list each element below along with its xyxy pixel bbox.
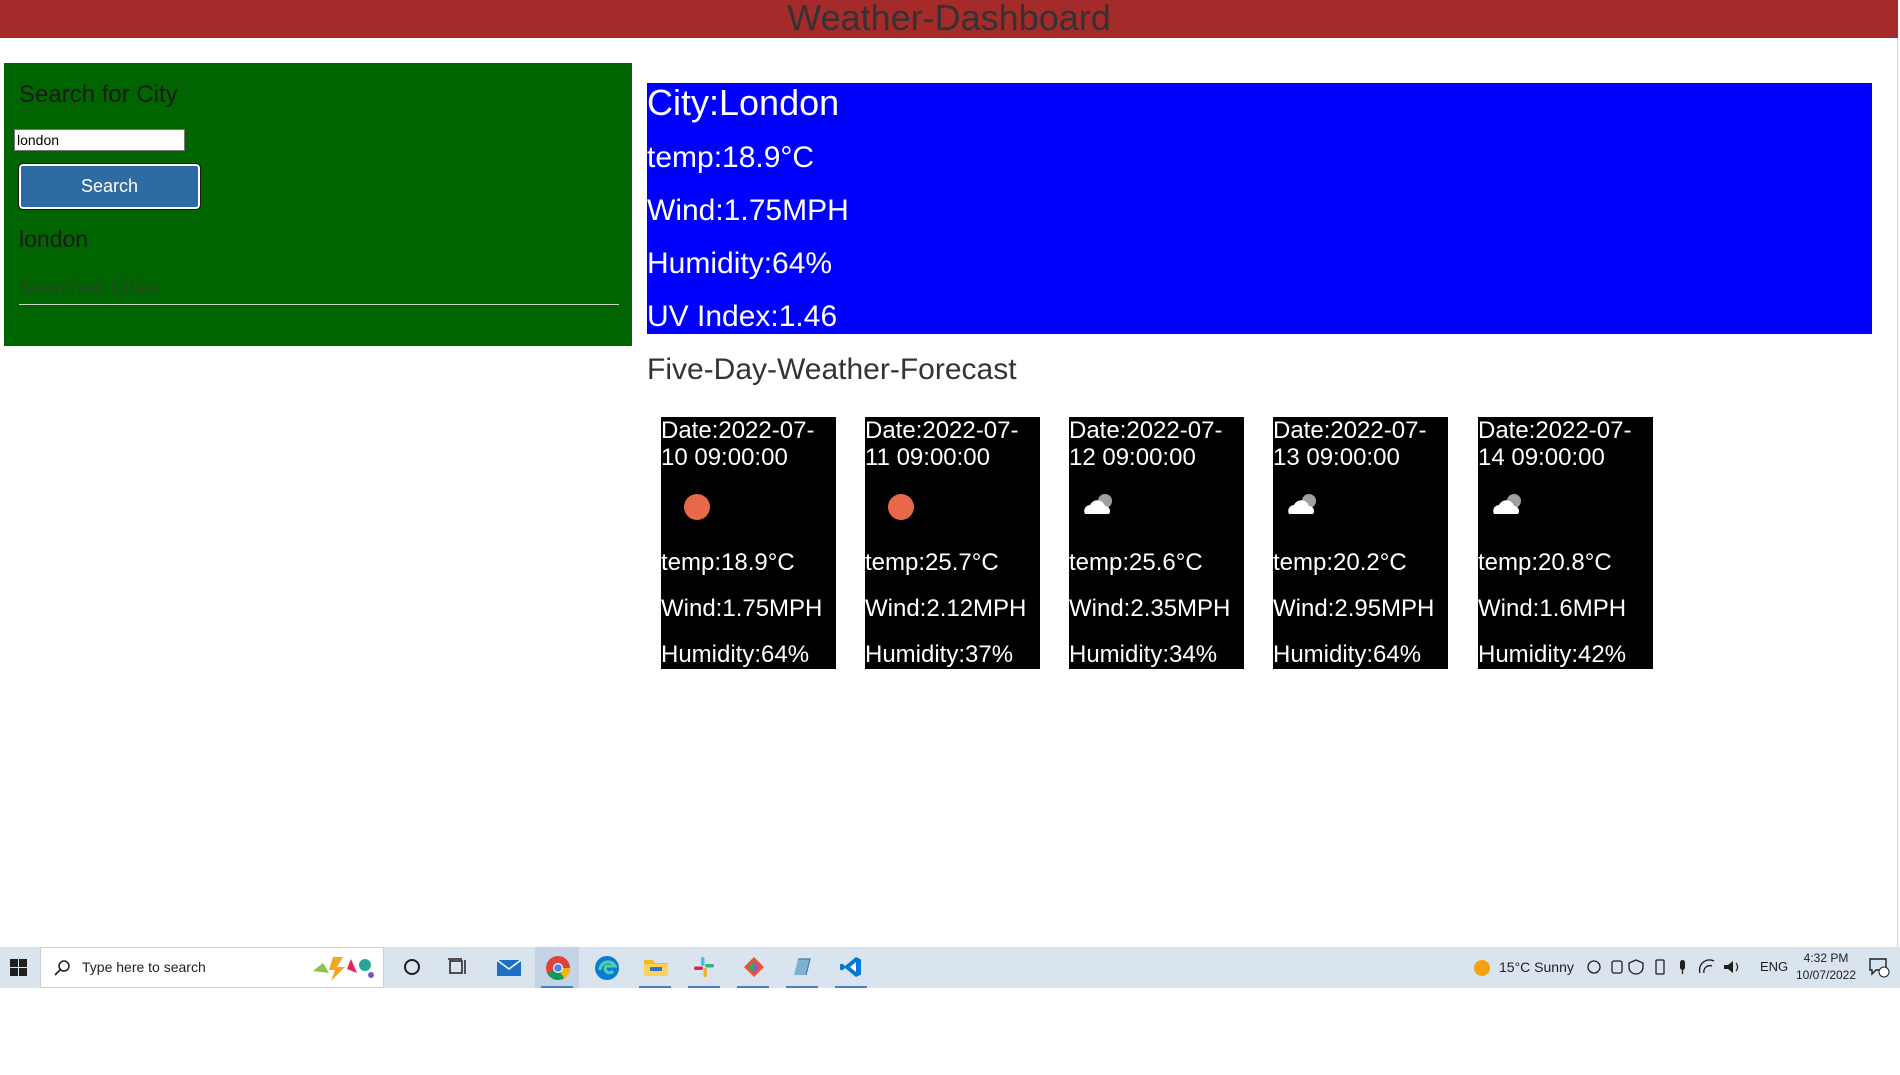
forecast-card: Date:2022-07-10 09:00:00 temp:18.9°C Win… xyxy=(661,417,836,669)
search-panel: Search for City Search london Searched C… xyxy=(4,63,632,346)
mail-button[interactable] xyxy=(486,947,530,988)
current-uv: UV Index:1.46 xyxy=(647,300,838,333)
active-indicator xyxy=(541,986,573,988)
search-title: Search for City xyxy=(19,81,178,108)
git-button[interactable] xyxy=(731,947,775,988)
forecast-humidity: Humidity:42% xyxy=(1478,641,1627,668)
cortana-icon xyxy=(404,959,420,975)
language-indicator[interactable]: ENG xyxy=(1760,959,1788,974)
forecast-wind: Wind:1.6MPH xyxy=(1478,595,1627,622)
slack-icon xyxy=(694,957,714,977)
search-button[interactable]: Search xyxy=(18,163,201,210)
search-highlight-icon xyxy=(313,957,374,981)
taskbar-search[interactable]: Type here to search xyxy=(40,947,384,988)
page-edge xyxy=(1897,38,1898,947)
forecast-humidity: Humidity:64% xyxy=(661,641,810,668)
forecast-card: Date:2022-07-13 09:00:00 temp:20.2°C Win… xyxy=(1273,417,1448,669)
cloud-icon xyxy=(1493,494,1521,514)
forecast-date: Date:2022-07-11 09:00:00 xyxy=(865,417,1019,471)
chrome-button[interactable] xyxy=(535,947,579,988)
edge-button[interactable] xyxy=(584,947,628,988)
forecast-temp: temp:18.9°C xyxy=(661,549,795,576)
vscode-button[interactable] xyxy=(829,947,873,988)
forecast-humidity: Humidity:64% xyxy=(1273,641,1422,668)
forecast-temp: temp:20.2°C xyxy=(1273,549,1407,576)
app-button[interactable] xyxy=(780,947,824,988)
sun-icon xyxy=(1474,960,1490,976)
forecast-date: Date:2022-07-10 09:00:00 xyxy=(661,417,815,471)
city-search-input[interactable] xyxy=(14,129,185,151)
current-city: City:London xyxy=(647,82,840,123)
searched-cities-label: Searched Cities xyxy=(19,277,161,299)
forecast-temp: temp:25.6°C xyxy=(1069,549,1203,576)
app-header: Weather-Dashboard xyxy=(0,0,1898,38)
forecast-date: Date:2022-07-12 09:00:00 xyxy=(1069,417,1223,471)
notification-icon[interactable] xyxy=(1868,956,1890,978)
cloud-icon xyxy=(1288,494,1316,514)
file-explorer-button[interactable] xyxy=(633,947,677,988)
app-title: Weather-Dashboard xyxy=(787,0,1111,38)
forecast-wind: Wind:2.12MPH xyxy=(865,595,1027,622)
current-temp: temp:18.9°C xyxy=(647,141,815,174)
forecast-date: Date:2022-07-14 09:00:00 xyxy=(1478,417,1632,471)
sun-icon xyxy=(888,494,914,520)
vscode-icon xyxy=(840,957,861,977)
taskbar-search-placeholder: Type here to search xyxy=(82,959,206,975)
cortana-button[interactable] xyxy=(390,947,434,988)
chrome-icon xyxy=(546,956,570,981)
task-view-button[interactable] xyxy=(436,947,480,988)
tray-weather-text: 15°C Sunny xyxy=(1499,959,1574,975)
forecast-wind: Wind:1.75MPH xyxy=(661,595,823,622)
system-tray-icons[interactable] xyxy=(1586,957,1754,977)
forecast-temp: temp:20.8°C xyxy=(1478,549,1612,576)
forecast-temp: temp:25.7°C xyxy=(865,549,999,576)
history-item-london[interactable]: london xyxy=(19,226,88,253)
forecast-card: Date:2022-07-12 09:00:00 temp:25.6°C Win… xyxy=(1069,417,1244,669)
forecast-date: Date:2022-07-13 09:00:00 xyxy=(1273,417,1427,471)
forecast-title: Five-Day-Weather-Forecast xyxy=(647,353,1017,386)
forecast-humidity: Humidity:34% xyxy=(1069,641,1218,668)
taskbar: Type here to search 15°C Sunny ENG 4:32 … xyxy=(0,947,1900,988)
forecast-card: Date:2022-07-14 09:00:00 temp:20.8°C Win… xyxy=(1478,417,1653,669)
sidebar-divider xyxy=(19,304,619,305)
app-icon xyxy=(794,958,811,976)
current-wind: Wind:1.75MPH xyxy=(647,194,849,227)
git-icon xyxy=(744,957,764,977)
start-button[interactable] xyxy=(0,947,37,988)
forecast-humidity: Humidity:37% xyxy=(865,641,1014,668)
clock-time: 4:32 PM xyxy=(1803,951,1849,965)
open-indicator xyxy=(737,986,769,988)
open-indicator xyxy=(639,986,671,988)
slack-button[interactable] xyxy=(682,947,726,988)
cloud-icon xyxy=(1084,494,1112,514)
forecast-wind: Wind:2.35MPH xyxy=(1069,595,1231,622)
open-indicator xyxy=(835,986,867,988)
clock-date: 10/07/2022 xyxy=(1795,968,1857,982)
file-explorer-icon xyxy=(644,960,668,976)
forecast-wind: Wind:2.95MPH xyxy=(1273,595,1435,622)
windows-icon xyxy=(10,959,27,976)
clock[interactable]: 4:32 PM 10/07/2022 xyxy=(1794,950,1858,984)
mail-icon xyxy=(496,959,522,976)
edge-icon xyxy=(595,956,619,980)
forecast-card: Date:2022-07-11 09:00:00 temp:25.7°C Win… xyxy=(865,417,1040,669)
current-humidity: Humidity:64% xyxy=(647,247,833,280)
search-icon xyxy=(54,960,70,976)
current-weather: City:London temp:18.9°C Wind:1.75MPH Hum… xyxy=(647,83,1872,334)
task-view-icon xyxy=(448,958,466,974)
sun-icon xyxy=(684,494,710,520)
open-indicator xyxy=(688,986,720,988)
open-indicator xyxy=(786,986,818,988)
